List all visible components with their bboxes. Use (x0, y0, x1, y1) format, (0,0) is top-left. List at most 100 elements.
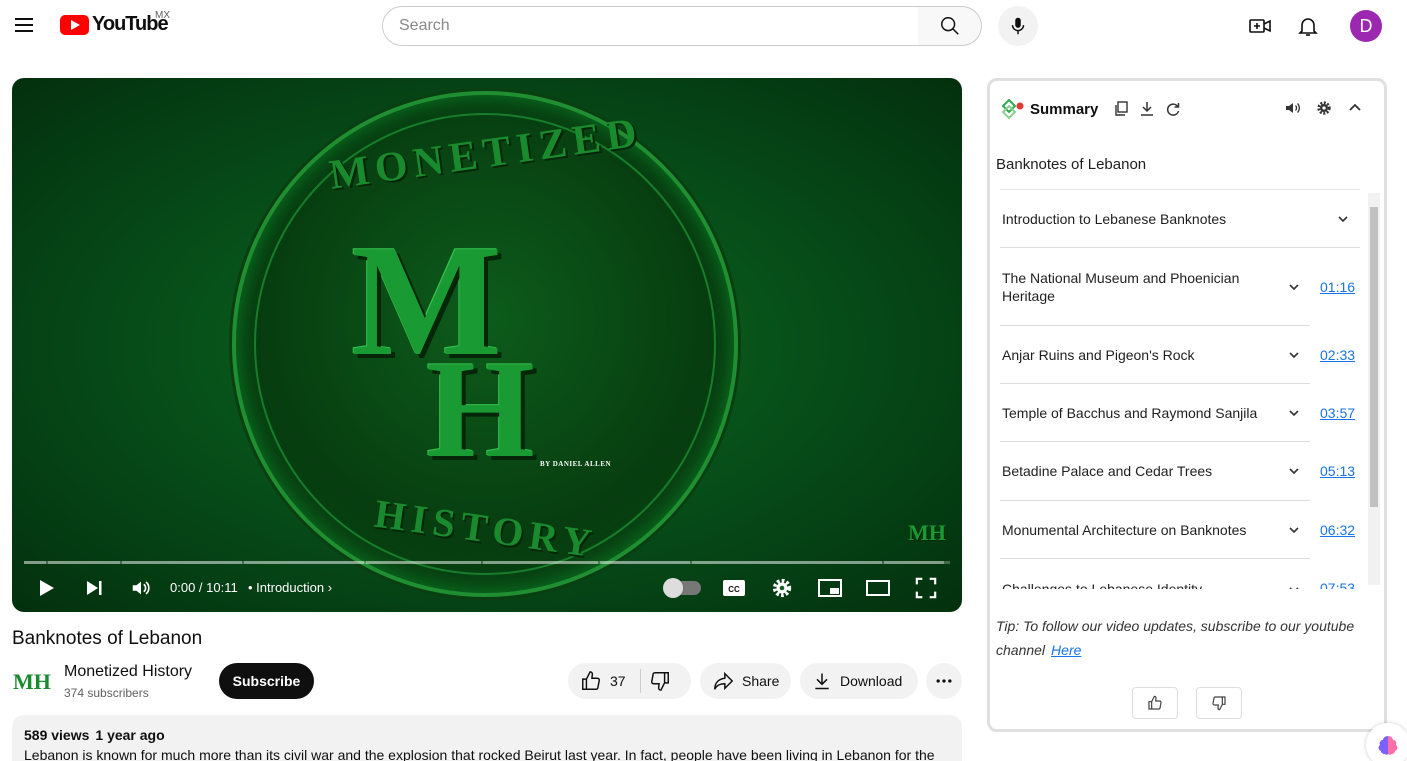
more-actions-button[interactable] (926, 663, 962, 699)
youtube-logo[interactable]: YouTube (60, 13, 169, 36)
chapter-expand-button[interactable] (1335, 211, 1351, 227)
chapter-title: Betadine Palace and Cedar Trees (1002, 463, 1213, 479)
volume-button[interactable] (127, 574, 155, 602)
brain-icon (1378, 736, 1398, 755)
summary-settings-button[interactable] (1313, 97, 1335, 119)
share-icon (714, 671, 734, 691)
summary-title: Summary (1030, 100, 1099, 118)
download-label: Download (840, 673, 903, 689)
chapter-expand-button[interactable] (1286, 582, 1302, 589)
channel-watermark[interactable]: MH (908, 520, 946, 546)
thumbs-up-icon (1148, 695, 1162, 710)
bell-icon (1298, 18, 1318, 36)
theater-mode-button[interactable] (864, 574, 892, 602)
view-count: 589 views (24, 727, 90, 743)
download-summary-button[interactable] (1136, 98, 1158, 120)
subscribe-button[interactable]: Subscribe (219, 663, 314, 699)
summary-extension-logo-icon (1001, 99, 1024, 119)
player-controls: 0:00 / 10:11 • Introduction › CC (12, 564, 962, 612)
chapter-expand-button[interactable] (1286, 279, 1302, 295)
chevron-down-icon (1289, 468, 1299, 475)
miniplayer-button[interactable] (816, 574, 844, 602)
speaker-icon (1286, 103, 1300, 113)
description-box[interactable]: 589 views 1 year ago Lebanon is known for… (12, 715, 962, 761)
copy-icon (1115, 101, 1129, 116)
channel-avatar[interactable]: MH (12, 662, 52, 702)
notifications-button[interactable] (1288, 6, 1328, 46)
chevron-down-icon (1289, 587, 1299, 589)
chapter-item[interactable]: Betadine Palace and Cedar Trees 05:13 (1000, 442, 1355, 501)
hamburger-menu-button[interactable] (8, 9, 40, 41)
chapter-expand-button[interactable] (1286, 463, 1302, 479)
subscribe-here-link[interactable]: Here (1051, 642, 1081, 658)
chapter-title: Temple of Bacchus and Raymond Sanjila (1002, 404, 1258, 421)
thumbs-up-icon (582, 671, 600, 690)
play-icon (40, 580, 54, 596)
chapter-expand-button[interactable] (1286, 522, 1302, 538)
scrollbar-thumb[interactable] (1370, 207, 1378, 507)
coin-byline: BY DANIEL ALLEN (540, 460, 612, 468)
video-player[interactable]: MONETIZED M H BY DANIEL ALLEN HISTORY MH… (12, 78, 962, 612)
closed-captions-icon: CC (723, 580, 745, 596)
monogram-h: H (426, 332, 535, 487)
download-button[interactable]: Download (800, 663, 918, 699)
chapter-label: Introduction (256, 580, 325, 595)
chapter-expand-button[interactable] (1286, 347, 1302, 363)
chapter-timestamp-link[interactable]: 06:32 (1320, 522, 1355, 538)
chapter-item[interactable]: Anjar Ruins and Pigeon's Rock 02:33 (1000, 326, 1355, 384)
like-dislike-group: 37 (568, 663, 691, 699)
chapter-button[interactable]: • Introduction › (248, 580, 332, 595)
thumbs-down-icon (650, 672, 669, 691)
fullscreen-icon (915, 577, 937, 599)
captions-button[interactable]: CC (720, 576, 748, 600)
share-button[interactable]: Share (700, 663, 791, 699)
next-button[interactable] (80, 574, 108, 602)
like-separator (639, 669, 641, 693)
chapter-item[interactable]: Monumental Architecture on Banknotes 06:… (1000, 501, 1355, 559)
gear-icon (772, 578, 792, 598)
copy-button[interactable] (1110, 98, 1132, 120)
chapter-list: Introduction to Lebanese Banknotes The N… (1000, 189, 1360, 589)
search-button[interactable] (918, 6, 982, 46)
channel-name[interactable]: Monetized History (64, 663, 192, 681)
upload-age: 1 year ago (95, 727, 165, 743)
feedback-like-button[interactable] (1132, 687, 1178, 719)
chapter-expand-button[interactable] (1286, 405, 1302, 421)
country-code: MX (155, 10, 170, 21)
chapter-item[interactable]: The National Museum and Phoenician Herit… (1000, 248, 1355, 326)
summary-header-actions (1282, 97, 1370, 119)
microphone-icon (1011, 17, 1025, 35)
fullscreen-button[interactable] (912, 574, 940, 602)
chapter-timestamp-link[interactable]: 07:53 (1320, 580, 1355, 589)
collapse-panel-button[interactable] (1344, 97, 1366, 119)
subscriber-count: 374 subscribers (64, 686, 149, 700)
create-button[interactable] (1240, 6, 1280, 46)
summary-video-name: Banknotes of Lebanon (996, 156, 1147, 173)
autoplay-toggle[interactable] (663, 578, 701, 598)
skip-next-icon (87, 581, 102, 595)
voice-search-button[interactable] (998, 6, 1038, 46)
chapter-timestamp-link[interactable]: 03:57 (1320, 405, 1355, 421)
chapter-timestamp-link[interactable]: 05:13 (1320, 463, 1355, 479)
chapter-timestamp-link[interactable]: 02:33 (1320, 347, 1355, 363)
account-avatar[interactable]: D (1350, 10, 1382, 42)
play-button[interactable] (32, 574, 60, 602)
dislike-button[interactable] (649, 670, 671, 692)
refresh-button[interactable] (1162, 98, 1184, 120)
feedback-dislike-button[interactable] (1196, 687, 1242, 719)
chapter-title: The National Museum and Phoenician Herit… (1002, 269, 1240, 304)
like-button[interactable]: 37 (568, 670, 626, 692)
ai-assistant-button[interactable] (1366, 723, 1407, 761)
like-count: 37 (610, 673, 626, 689)
settings-button[interactable] (768, 574, 796, 602)
download-icon (815, 673, 829, 690)
chapter-timestamp-link[interactable]: 01:16 (1320, 279, 1355, 295)
svg-text:CC: CC (728, 585, 740, 594)
chapter-item[interactable]: Introduction to Lebanese Banknotes (1000, 190, 1360, 248)
search-input[interactable] (382, 6, 919, 46)
read-aloud-button[interactable] (1282, 97, 1304, 119)
chapter-item[interactable]: Challenges to Lebanese Identity 07:53 (1000, 559, 1355, 589)
description-meta: 589 views 1 year ago (24, 727, 950, 743)
chapter-item[interactable]: Temple of Bacchus and Raymond Sanjila 03… (1000, 384, 1355, 442)
chapter-list-scrollbar[interactable] (1368, 193, 1380, 585)
